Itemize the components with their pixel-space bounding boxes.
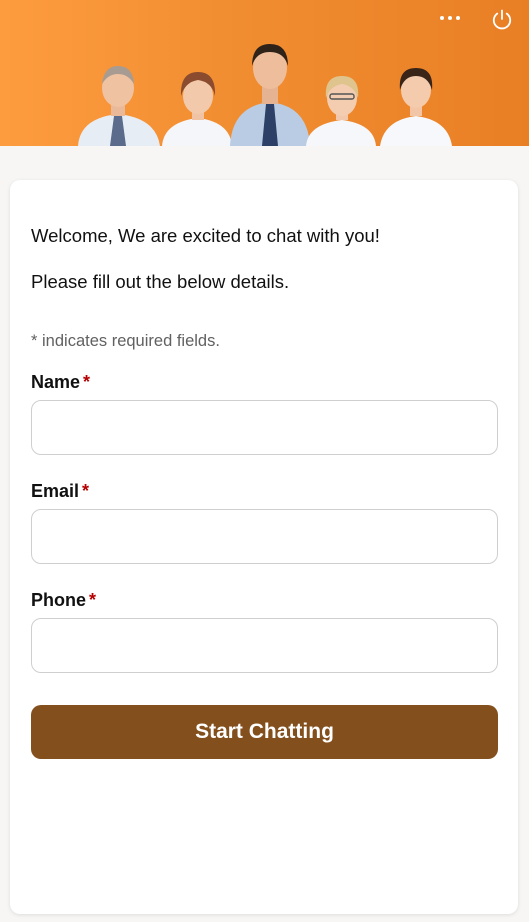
person-figure [380,68,452,146]
required-asterisk: * [83,372,91,392]
required-fields-note: * indicates required fields. [31,332,220,350]
pre-chat-form-card: Welcome, We are excited to chat with you… [10,180,518,914]
phone-label: Phone * [31,588,96,612]
power-button[interactable] [486,4,518,36]
phone-input[interactable] [31,618,498,673]
email-label: Email * [31,479,89,503]
team-photo [78,44,452,146]
name-label: Name * [31,370,90,394]
start-chatting-button[interactable]: Start Chatting [31,705,498,759]
person-figure [162,72,232,146]
person-figure [230,44,310,146]
more-horizontal-icon [440,16,444,20]
welcome-message: Welcome, We are excited to chat with you… [31,225,380,246]
name-label-text: Name [31,372,81,392]
phone-label-text: Phone [31,590,87,610]
name-input[interactable] [31,400,498,455]
email-label-text: Email [31,481,80,501]
more-horizontal-icon [448,16,452,20]
more-horizontal-icon [456,16,460,20]
power-icon [492,9,512,30]
required-asterisk: * [89,590,97,610]
email-input[interactable] [31,509,498,564]
instruction-text: Please fill out the below details. [31,271,290,292]
required-asterisk: * [82,481,90,501]
more-options-button[interactable] [432,6,468,30]
header-banner [0,0,529,146]
person-figure [306,76,376,146]
person-figure [78,66,160,146]
